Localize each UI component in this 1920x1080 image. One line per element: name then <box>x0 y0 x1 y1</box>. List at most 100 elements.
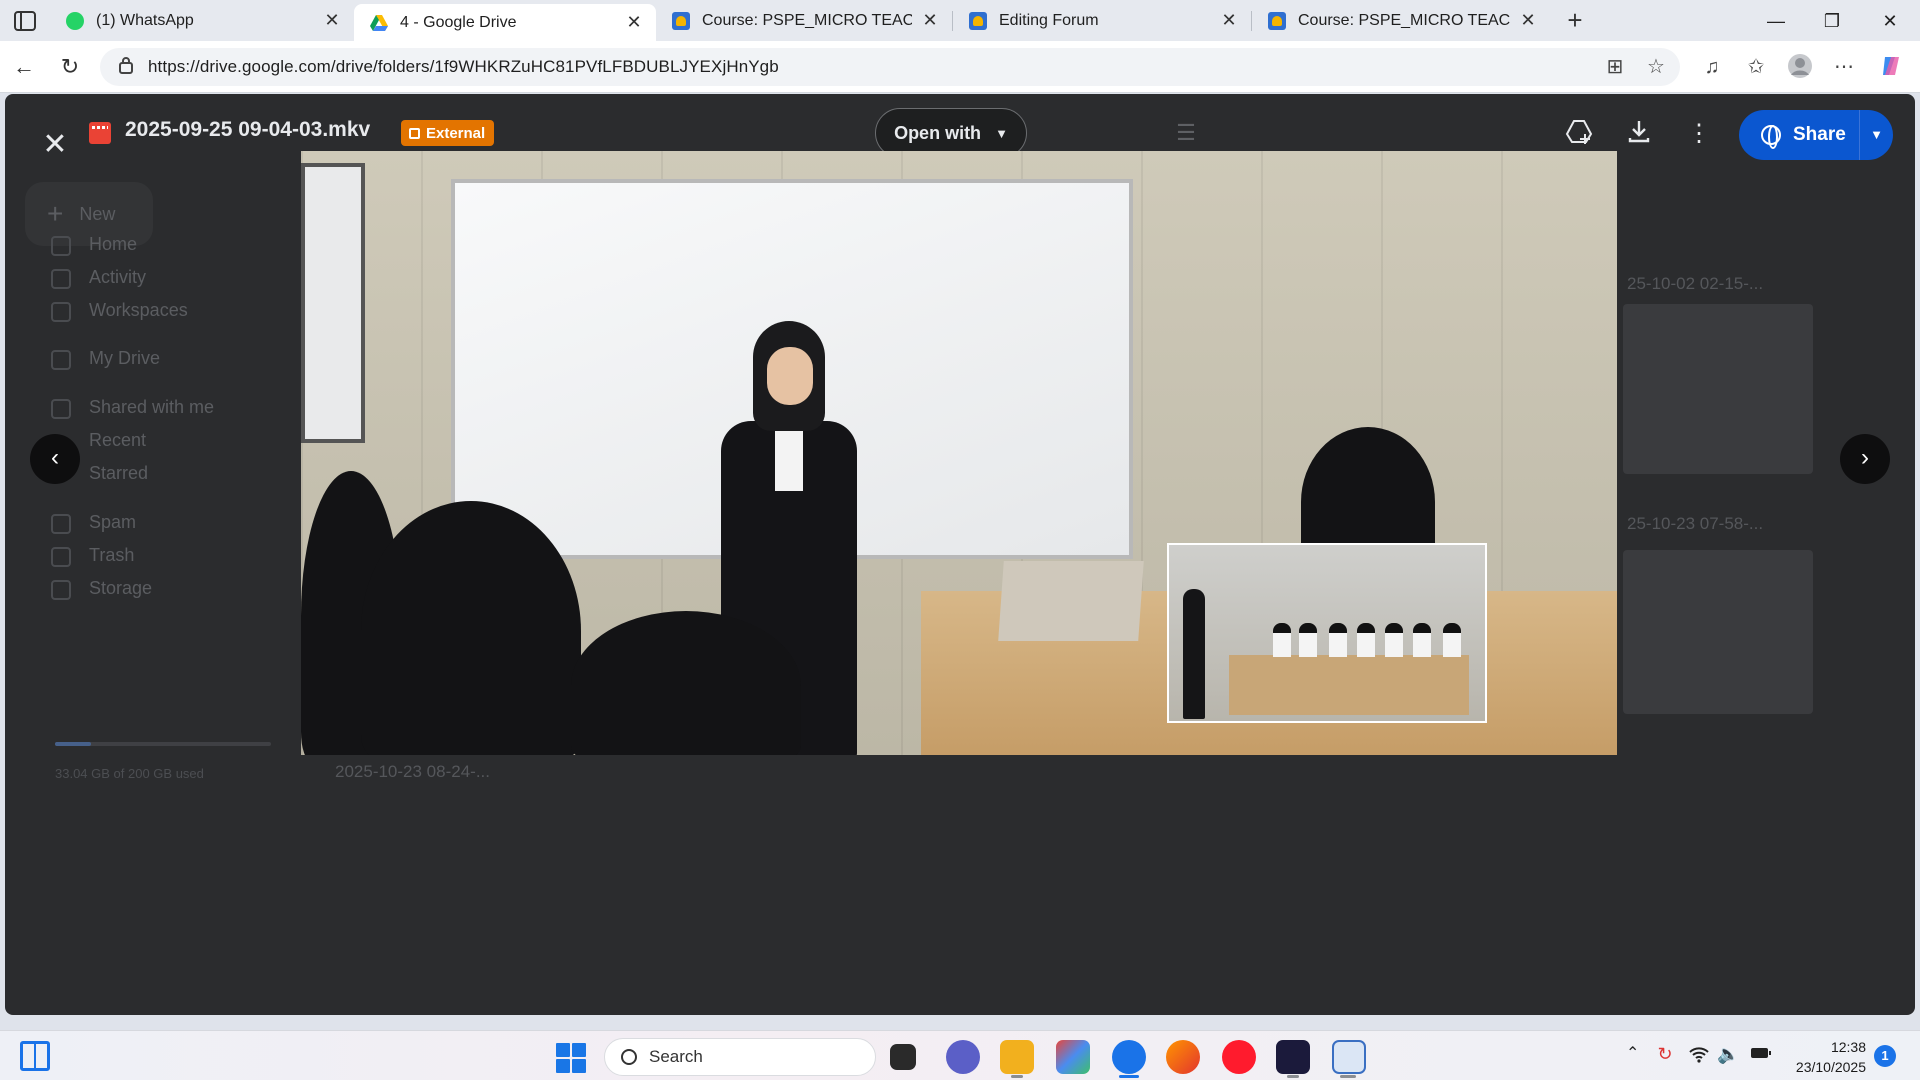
caret-down-icon: ▼ <box>995 125 1008 141</box>
tab-google-drive[interactable]: 4 - Google Drive ✕ <box>354 4 656 41</box>
url-text: https://drive.google.com/drive/folders/1… <box>148 57 779 76</box>
refresh-button[interactable]: ↻ <box>56 53 84 81</box>
taskbar-search[interactable]: Search <box>604 1038 876 1076</box>
close-tab-icon[interactable]: ✕ <box>322 10 342 31</box>
windows-start-icon[interactable] <box>556 1043 586 1073</box>
nav-workspaces: Workspaces <box>89 300 188 320</box>
running-indicator <box>1011 1075 1023 1078</box>
read-aloud-icon[interactable]: ♫ <box>1698 53 1726 81</box>
app-available-icon[interactable]: ⊞ <box>1601 53 1629 81</box>
nav-spam: Spam <box>89 512 137 532</box>
favorites-icon[interactable]: ✩ <box>1742 53 1770 81</box>
home-icon <box>51 236 71 256</box>
file-name: 2025-10-23 08-24-... <box>335 762 490 781</box>
favorite-star-icon[interactable]: ☆ <box>1642 53 1670 81</box>
file-explorer-icon[interactable] <box>1000 1040 1034 1074</box>
share-label: Share <box>1793 124 1846 145</box>
file-thumbnail <box>1623 304 1813 474</box>
shared-icon <box>51 399 71 419</box>
plus-icon: + <box>47 198 64 229</box>
widgets-icon[interactable] <box>20 1041 50 1071</box>
share-button[interactable]: Share ▼ <box>1739 110 1893 160</box>
nav-shared: Shared with me <box>89 397 215 417</box>
restore-button[interactable]: ❐ <box>1812 8 1852 34</box>
wifi-icon[interactable] <box>1688 1044 1710 1066</box>
tab-label: Editing Forum <box>999 11 1099 29</box>
address-bar-row: ← ↻ https://drive.google.com/drive/folde… <box>0 41 1920 93</box>
capcut-icon[interactable] <box>1276 1040 1310 1074</box>
close-tab-icon[interactable]: ✕ <box>1219 10 1239 31</box>
external-label: External <box>426 124 486 142</box>
video-player[interactable] <box>301 151 1617 755</box>
moodle-icon <box>672 11 690 30</box>
globe-icon <box>1761 125 1781 149</box>
video-scene-laptop <box>998 561 1144 641</box>
site-info-icon[interactable] <box>118 56 134 79</box>
nav-activity: Activity <box>89 267 147 287</box>
volume-icon[interactable]: 🔈 <box>1717 1044 1739 1066</box>
file-preview-overlay: + New Home Activity Workspaces My Drive S… <box>5 94 1915 1015</box>
close-tab-icon[interactable]: ✕ <box>920 10 940 31</box>
teams-chat-icon[interactable] <box>946 1040 980 1074</box>
next-file-button[interactable]: › <box>1840 434 1890 484</box>
back-button[interactable]: ← <box>10 53 38 81</box>
file-thumbnail <box>1623 550 1813 714</box>
new-label: New <box>79 203 116 224</box>
close-tab-icon[interactable]: ✕ <box>624 12 644 33</box>
storage-bar-fill <box>55 742 91 746</box>
nav-trash: Trash <box>89 545 135 565</box>
whatsapp-icon <box>66 11 84 30</box>
task-view-icon[interactable] <box>890 1044 916 1070</box>
tab-whatsapp[interactable]: (1) WhatsApp ✕ <box>50 0 354 41</box>
system-clock[interactable]: 12:38 23/10/2025 <box>1790 1037 1866 1077</box>
window-close-button[interactable]: ✕ <box>1870 8 1910 34</box>
trash-icon <box>51 547 71 567</box>
clock-date: 23/10/2025 <box>1795 1059 1866 1075</box>
tab-course-1[interactable]: Course: PSPE_MICRO TEACHING_ ✕ <box>656 0 952 41</box>
microsoft-365-icon[interactable] <box>1056 1040 1090 1074</box>
storage-icon <box>51 580 71 600</box>
firefox-icon[interactable] <box>1166 1040 1200 1074</box>
download-icon[interactable] <box>1623 118 1655 150</box>
tab-label: Course: PSPE_MICRO TEACHING_ <box>702 11 912 29</box>
search-label: Search <box>649 1047 703 1066</box>
video-scene-student <box>571 611 801 755</box>
previous-file-button[interactable]: ‹ <box>30 434 80 484</box>
file-title: 2025-09-25 09-04-03.mkv <box>125 118 371 141</box>
video-file-icon <box>89 122 111 144</box>
profile-avatar-icon[interactable] <box>1786 53 1814 81</box>
copilot-icon[interactable] <box>1878 53 1906 81</box>
notification-badge[interactable]: 1 <box>1874 1045 1896 1067</box>
new-tab-button[interactable]: + <box>1560 6 1590 36</box>
close-preview-button[interactable]: ✕ <box>27 118 83 174</box>
opera-icon[interactable] <box>1222 1040 1256 1074</box>
nav-my-drive: My Drive <box>89 348 160 368</box>
tab-editing-forum[interactable]: Editing Forum ✕ <box>953 0 1251 41</box>
close-tab-icon[interactable]: ✕ <box>1518 10 1538 31</box>
share-dropdown-icon[interactable]: ▼ <box>1859 110 1893 160</box>
video-inset-classroom <box>1167 543 1487 723</box>
battery-icon[interactable] <box>1750 1044 1772 1066</box>
video-scene-student <box>361 501 581 755</box>
clock-time: 12:38 <box>1830 1039 1866 1055</box>
calendar-app-icon[interactable] <box>1332 1040 1366 1074</box>
sliders-icon: ☰ <box>1176 120 1196 145</box>
running-indicator <box>1340 1075 1356 1078</box>
tab-course-2[interactable]: Course: PSPE_MICRO TEACHING I ✕ <box>1252 0 1550 41</box>
tab-actions-icon[interactable] <box>12 8 38 34</box>
minimize-button[interactable]: — <box>1756 8 1796 34</box>
nav-starred: Starred <box>89 463 149 483</box>
more-actions-icon[interactable]: ⋮ <box>1683 118 1715 150</box>
activity-icon <box>51 269 71 289</box>
my-drive-icon <box>51 350 71 370</box>
edge-browser-icon[interactable] <box>1112 1040 1146 1074</box>
sync-alert-icon[interactable]: ↻ <box>1654 1044 1676 1066</box>
show-hidden-icons[interactable]: ⌃ <box>1626 1043 1639 1063</box>
browser-tab-bar: (1) WhatsApp ✕ 4 - Google Drive ✕ Course… <box>0 0 1920 41</box>
url-field[interactable]: https://drive.google.com/drive/folders/1… <box>100 48 1680 86</box>
add-to-drive-icon[interactable] <box>1563 118 1595 150</box>
tab-label: (1) WhatsApp <box>96 11 194 29</box>
nav-storage: Storage <box>89 578 153 598</box>
nav-home: Home <box>89 234 138 254</box>
more-options-icon[interactable]: ⋯ <box>1830 53 1858 81</box>
